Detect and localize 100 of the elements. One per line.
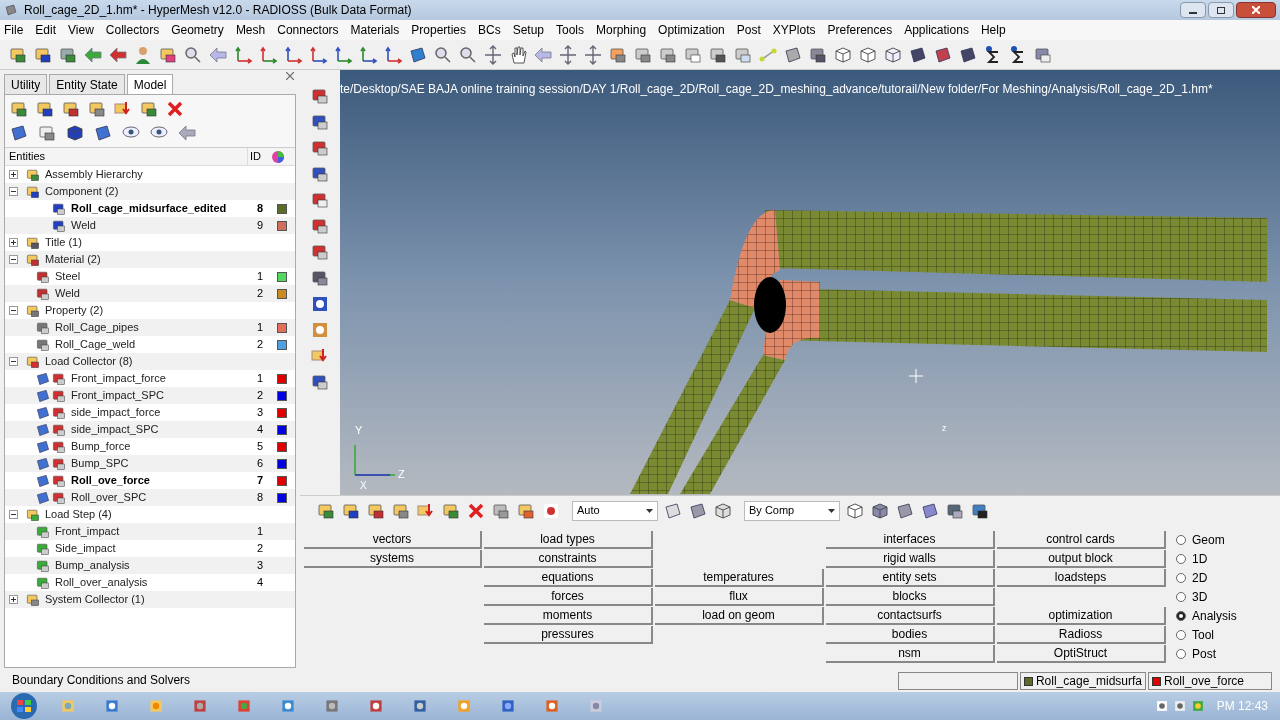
menu-item[interactable]: View <box>68 21 94 39</box>
panel-button[interactable]: pressures <box>484 626 653 644</box>
property-icon[interactable] <box>310 242 330 262</box>
color-swatch[interactable] <box>277 322 287 333</box>
entity-name[interactable]: Steel <box>55 268 81 285</box>
collapse-toggle[interactable] <box>9 255 18 264</box>
zoom-out-icon[interactable] <box>458 44 478 65</box>
color-swatch[interactable] <box>277 458 287 469</box>
material-icon[interactable] <box>310 190 330 210</box>
combo-box[interactable]: By Comp <box>744 500 840 521</box>
panel-button[interactable]: load on geom <box>655 607 824 625</box>
expand-toggle[interactable] <box>9 170 18 179</box>
undo-icon[interactable] <box>177 123 197 143</box>
panel-button[interactable]: OptiStruct <box>997 645 1166 663</box>
rotate-icon[interactable] <box>583 44 603 65</box>
component-icon[interactable] <box>310 86 330 106</box>
menu-item[interactable]: Preferences <box>827 21 893 39</box>
combo-box[interactable]: Auto <box>572 500 658 521</box>
panel-button[interactable]: systems <box>304 550 482 568</box>
cube-icon[interactable] <box>833 44 853 65</box>
menu-item[interactable]: Edit <box>35 21 57 39</box>
component-icon[interactable] <box>35 99 55 119</box>
cube-icon[interactable] <box>713 500 733 521</box>
column-header[interactable]: ID <box>247 148 267 165</box>
app-icon[interactable] <box>280 698 296 714</box>
minimize-button[interactable] <box>1180 2 1206 18</box>
panel-button[interactable]: loadsteps <box>997 569 1166 587</box>
menu-item[interactable]: Applications <box>904 21 969 39</box>
component-icon[interactable] <box>9 99 29 119</box>
menu-item[interactable]: Materials <box>350 21 400 39</box>
color-swatch[interactable] <box>277 288 287 299</box>
entity-name[interactable]: Roll_cage_midsurface_edited <box>71 200 227 217</box>
entity-name[interactable]: Bump_SPC <box>71 455 129 472</box>
panel-button[interactable]: contactsurfs <box>826 607 995 625</box>
column-header[interactable]: Entities <box>9 148 247 165</box>
color-swatch[interactable] <box>277 390 287 401</box>
mode-radio[interactable]: 2D <box>1176 569 1237 587</box>
element-icon[interactable] <box>783 44 803 65</box>
wireframe-icon[interactable] <box>845 500 865 521</box>
panel-button[interactable]: constraints <box>484 550 653 568</box>
menu-item[interactable]: Tools <box>556 21 585 39</box>
app-icon[interactable] <box>544 698 560 714</box>
delete-icon[interactable] <box>165 99 185 119</box>
entity-name[interactable]: Front_impact_SPC <box>71 387 164 404</box>
close-icon[interactable] <box>286 72 294 80</box>
entity-name[interactable]: Front_impact <box>55 523 120 540</box>
entity-name[interactable]: Weld <box>55 285 80 302</box>
shaded-icon[interactable] <box>870 500 890 521</box>
panel-button[interactable]: bodies <box>826 626 995 644</box>
loadstep-icon[interactable] <box>139 99 159 119</box>
app-icon[interactable] <box>324 698 340 714</box>
app-icon[interactable] <box>192 698 208 714</box>
color-swatch[interactable] <box>277 475 287 486</box>
close-button[interactable] <box>1236 2 1276 18</box>
panel-button[interactable]: temperatures <box>655 569 824 587</box>
menu-item[interactable]: File <box>4 21 24 39</box>
cube-icon[interactable] <box>883 44 903 65</box>
expand-toggle[interactable] <box>9 595 18 604</box>
mesh-icon[interactable] <box>908 44 928 65</box>
entity-name[interactable]: Roll_ove_force <box>71 472 150 489</box>
entity-name[interactable]: Bump_force <box>71 438 131 455</box>
color-swatch[interactable] <box>277 271 287 282</box>
color-swatch[interactable] <box>277 407 287 418</box>
app-icon[interactable] <box>236 698 252 714</box>
panel-button[interactable]: output block <box>997 550 1166 568</box>
axis-icon[interactable] <box>233 44 253 65</box>
network-icon[interactable] <box>1154 699 1169 713</box>
menu-item[interactable]: Connectors <box>277 21 339 39</box>
menu-item[interactable]: Optimization <box>658 21 725 39</box>
plane-icon[interactable] <box>408 44 428 65</box>
zoom-icon[interactable] <box>183 44 203 65</box>
menu-item[interactable]: Help <box>980 21 1006 39</box>
color-swatch[interactable] <box>277 373 287 384</box>
entity-name[interactable]: Roll_over_analysis <box>55 574 148 591</box>
panel-button[interactable]: vectors <box>304 531 482 549</box>
menu-item[interactable]: Collectors <box>105 21 160 39</box>
entity-name[interactable]: side_impact_force <box>71 404 161 421</box>
panel-button[interactable]: optimization <box>997 607 1166 625</box>
property-icon[interactable] <box>310 216 330 236</box>
app-icon[interactable] <box>412 698 428 714</box>
mode-radio[interactable]: Tool <box>1176 626 1237 644</box>
menu-item[interactable]: Geometry <box>171 21 224 39</box>
panel-button[interactable]: load types <box>484 531 653 549</box>
component-icon[interactable] <box>310 372 330 392</box>
view-icon[interactable] <box>93 123 113 143</box>
radio-circle[interactable] <box>1176 611 1186 621</box>
color-wheel-icon[interactable] <box>271 149 285 164</box>
zoom-in-icon[interactable] <box>433 44 453 65</box>
graphics-viewport[interactable]: te/Desktop/SAE BAJA online training session/DAY 1/Roll_cage_2D/Roll_cage_2D_meshing_advance/tutorail/New folder/For Meshing/Analysis/Roll_cage_2D_1.hm* Y X Z z <box>340 70 1280 495</box>
color-swatch[interactable] <box>277 339 287 350</box>
shaded-icon[interactable] <box>65 123 85 143</box>
plane-icon[interactable] <box>895 500 915 521</box>
restore-button[interactable] <box>1208 2 1234 18</box>
app-icon[interactable] <box>104 698 120 714</box>
panel-button[interactable]: equations <box>484 569 653 587</box>
collapse-toggle[interactable] <box>9 357 18 366</box>
mode-radio[interactable]: Geom <box>1176 531 1237 549</box>
collapse-toggle[interactable] <box>9 306 18 315</box>
axis-icon[interactable] <box>358 44 378 65</box>
menu-item[interactable]: XYPlots <box>772 21 816 39</box>
